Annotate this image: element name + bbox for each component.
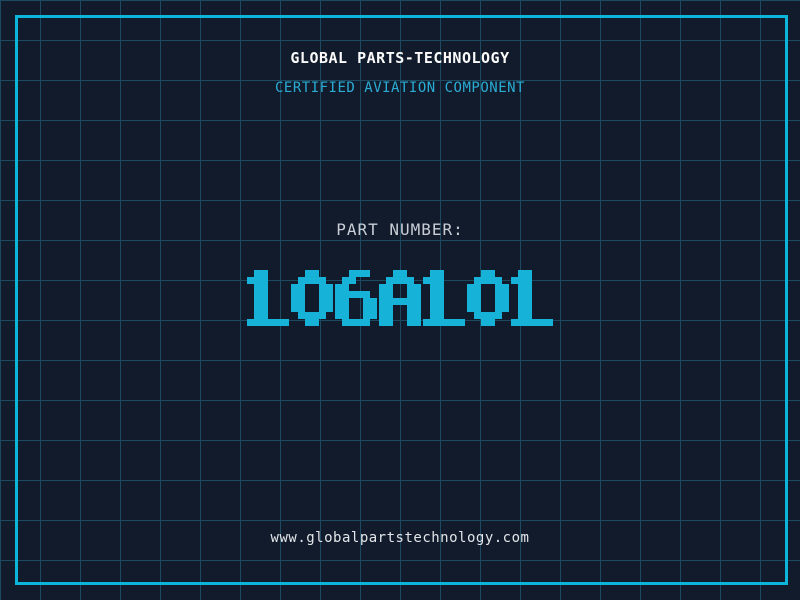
- blueprint-page: { "header": { "title": "GLOBAL PARTS-TEC…: [0, 0, 800, 600]
- pixel-glyph: [379, 270, 421, 326]
- pixel-glyph: [511, 270, 553, 326]
- pixel-glyph: [423, 270, 465, 326]
- pixel-glyph: [291, 270, 333, 326]
- pixel-glyph: [467, 270, 509, 326]
- part-number-display: [0, 270, 800, 326]
- part-number-label: PART NUMBER:: [336, 220, 464, 239]
- page-subtitle: CERTIFIED AVIATION COMPONENT: [274, 80, 525, 96]
- website-url: www.globalpartstechnology.com: [270, 530, 530, 546]
- page-title: GLOBAL PARTS-TECHNOLOGY: [290, 49, 510, 67]
- pixel-glyph: [335, 270, 377, 326]
- pixel-glyph: [247, 270, 289, 326]
